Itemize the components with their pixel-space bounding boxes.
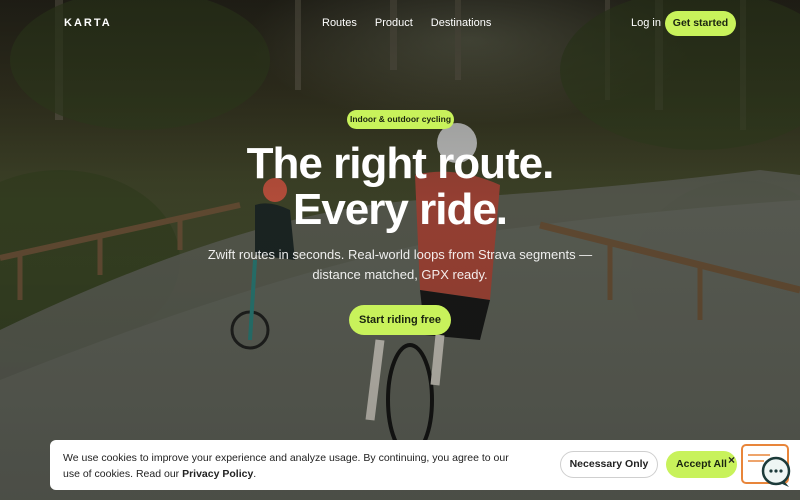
subtitle-line-1: Zwift routes in seconds. Real-world loop… <box>207 247 593 262</box>
necessary-only-button[interactable]: Necessary Only <box>560 451 658 478</box>
top-navbar: KARTA Routes Product Destinations Log in… <box>0 0 800 48</box>
nav-link-product[interactable]: Product <box>375 17 413 29</box>
login-link[interactable]: Log in <box>631 17 661 29</box>
hero-subtitle: Zwift routes in seconds. Real-world loop… <box>0 245 800 285</box>
nav-link-routes[interactable]: Routes <box>322 17 357 29</box>
start-riding-button[interactable]: Start riding free <box>349 305 451 335</box>
cookie-message: We use cookies to improve your experienc… <box>63 452 509 480</box>
chat-icon[interactable] <box>740 443 792 491</box>
nav-links: Routes Product Destinations <box>322 17 491 29</box>
subtitle-line-2: distance matched, GPX ready. <box>312 267 488 282</box>
category-badge: Indoor & outdoor cycling <box>347 110 454 129</box>
headline-line-1: The right route. <box>246 139 555 188</box>
logo[interactable]: KARTA <box>64 17 112 29</box>
chat-icon-graphic <box>741 444 791 487</box>
accept-all-button[interactable]: Accept All <box>666 451 737 478</box>
cookie-banner: We use cookies to improve your experienc… <box>50 440 800 490</box>
privacy-policy-link[interactable]: Privacy Policy <box>182 468 253 480</box>
cookie-text: We use cookies to improve your experienc… <box>63 452 509 480</box>
nav-link-destinations[interactable]: Destinations <box>431 17 492 29</box>
close-icon[interactable]: × <box>728 453 735 467</box>
hero-headline: The right route. Every ride. <box>0 141 800 233</box>
headline-line-2: Every ride. <box>292 185 508 234</box>
get-started-button[interactable]: Get started <box>665 11 736 36</box>
